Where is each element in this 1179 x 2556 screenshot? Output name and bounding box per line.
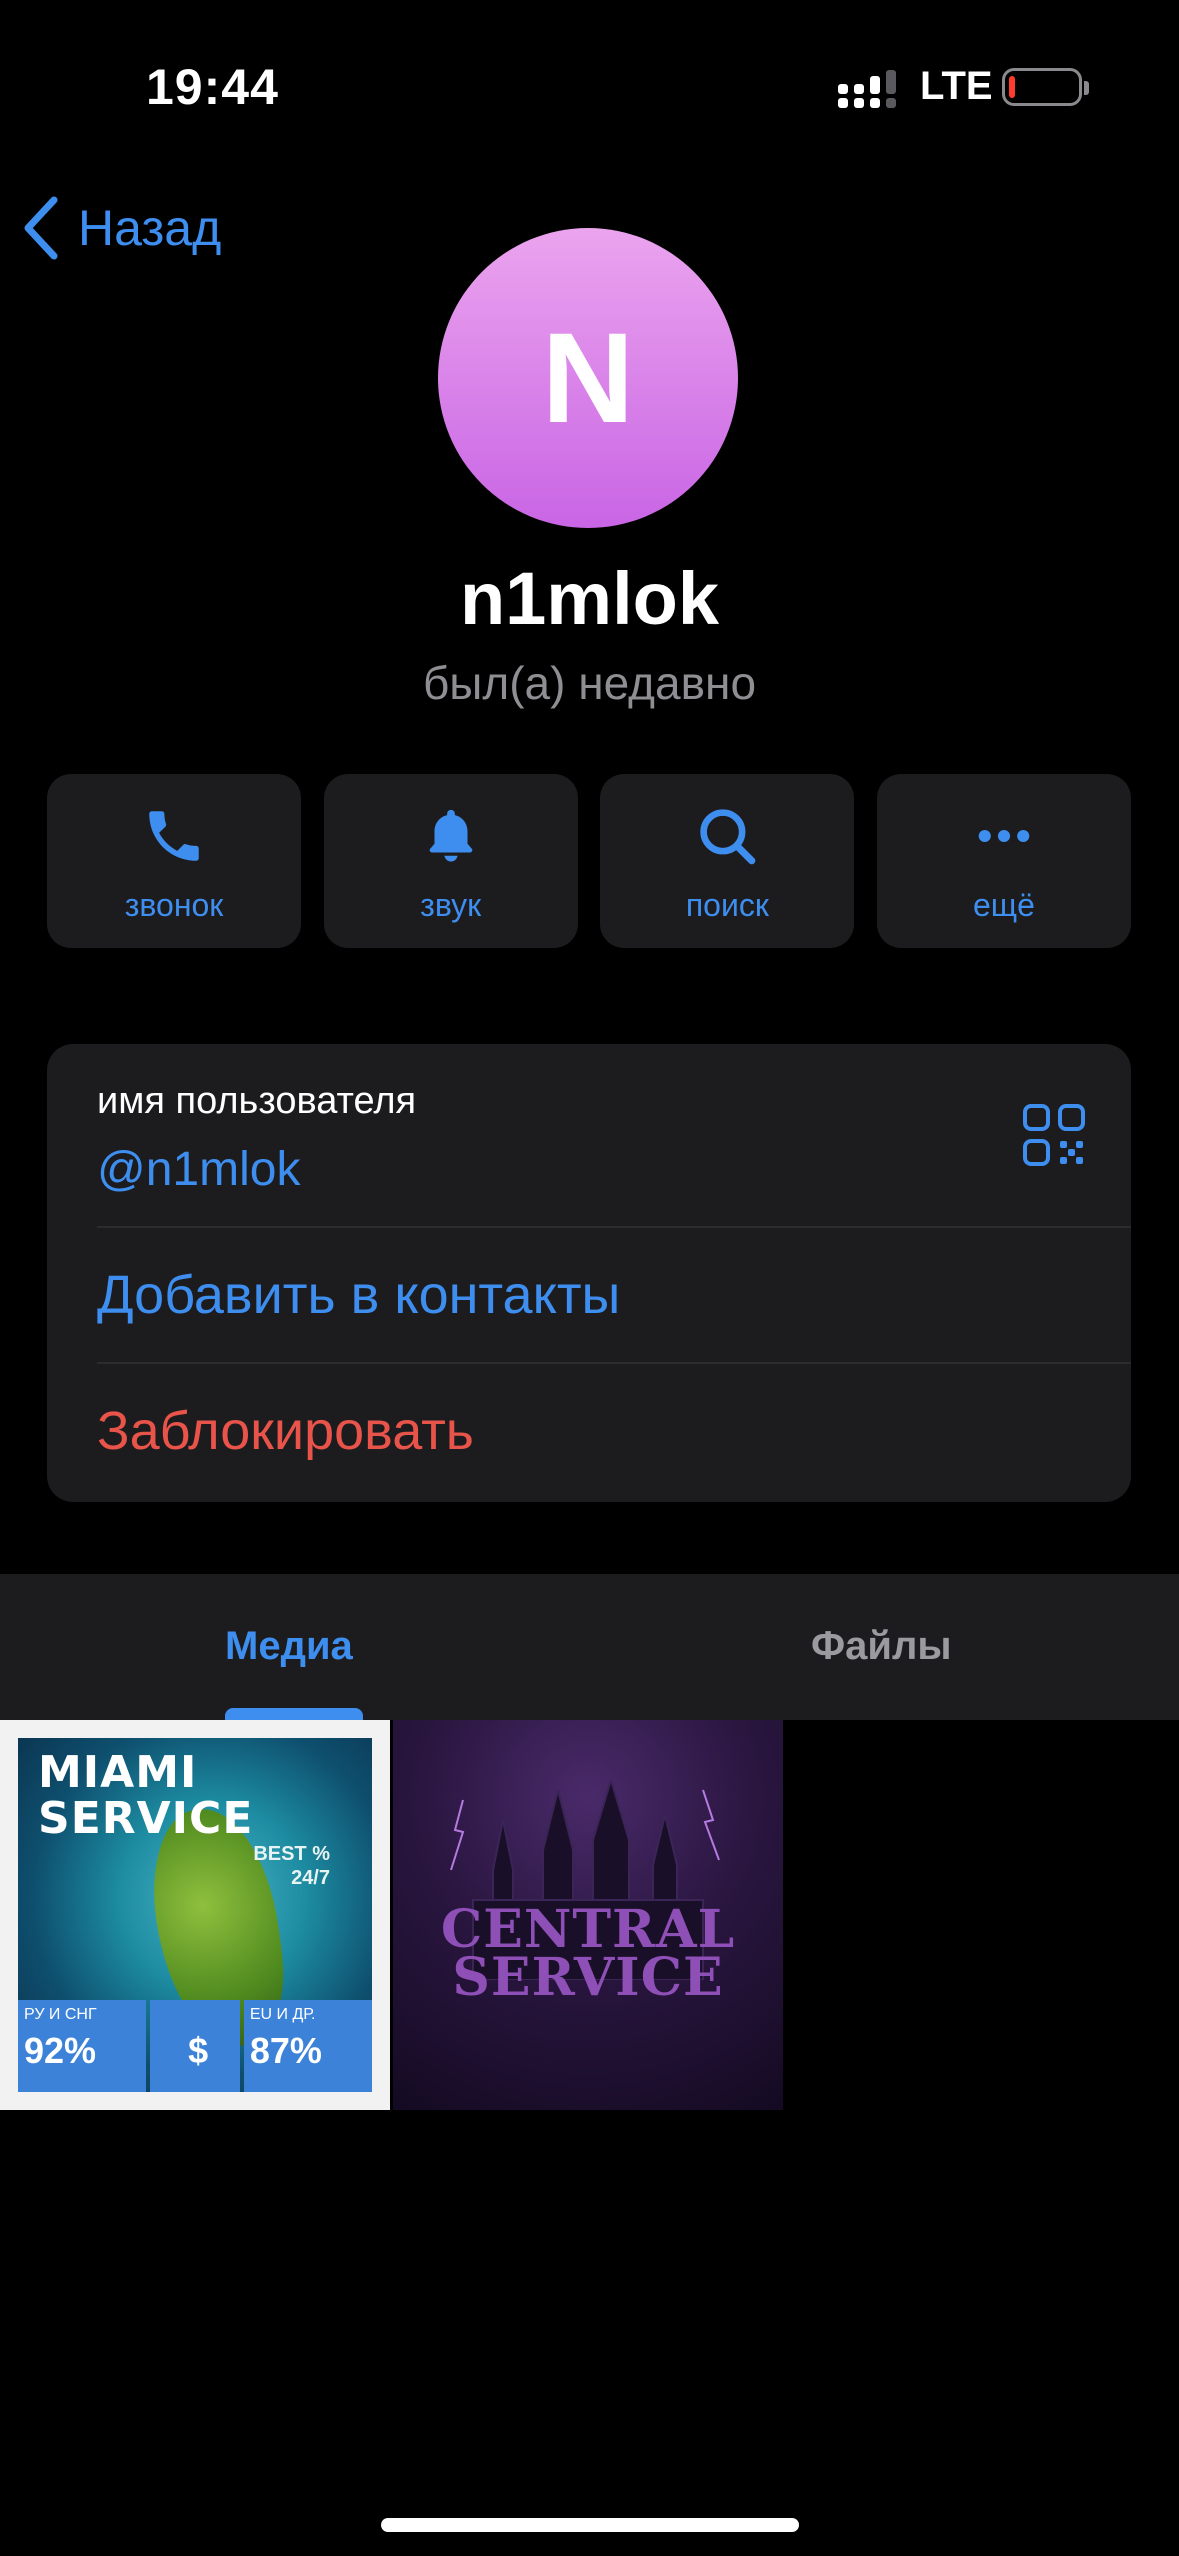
search-button[interactable]: поиск — [600, 774, 855, 948]
divider — [97, 1226, 1131, 1228]
image-tagline-1: BEST % — [253, 1843, 330, 1865]
search-label: поиск — [685, 886, 769, 923]
sound-label: звук — [420, 886, 482, 923]
home-indicator[interactable] — [381, 2518, 799, 2532]
phone-icon — [149, 810, 199, 861]
image-stat: $ — [150, 2000, 240, 2092]
last-seen-status: был(а) недавно — [422, 657, 757, 709]
image-stat-value: 87% — [249, 2030, 322, 2071]
call-button[interactable]: звонок — [47, 774, 301, 948]
info-card: имя пользователя @n1mlok Добавить в конт… — [47, 1044, 1131, 1502]
image-title: MIAMI SERVICE — [38, 1747, 254, 1844]
image-stat: РУ И СНГ 92% — [18, 2000, 147, 2092]
call-label: звонок — [124, 886, 224, 923]
media-tabs: Медиа Файлы — [0, 1574, 1179, 1720]
avatar-letter: N — [541, 306, 635, 450]
sound-button[interactable]: звук — [323, 774, 578, 948]
avatar[interactable]: N — [438, 228, 738, 528]
battery-icon — [1002, 68, 1089, 106]
tab-media[interactable]: Медиа — [225, 1624, 353, 1669]
media-thumbnail[interactable]: CENTRAL SERVICE — [393, 1720, 783, 2110]
username-label: имя пользователя — [97, 1080, 417, 1122]
status-time: 19:44 — [146, 59, 279, 115]
image-stat-label: EU И ДР. — [249, 2006, 316, 2023]
miami-service-image: MIAMI SERVICE BEST % 24/7 РУ И СНГ 92% $… — [18, 1738, 372, 2092]
action-buttons: звонок звук поиск ещё — [47, 774, 1131, 948]
username-value[interactable]: @n1mlok — [97, 1142, 300, 1197]
chevron-left-icon — [24, 196, 58, 260]
image-title: CENTRAL SERVICE — [393, 1904, 783, 2008]
tab-files[interactable]: Файлы — [811, 1624, 952, 1669]
search-icon — [700, 808, 756, 864]
back-button[interactable]: Назад — [22, 190, 221, 266]
image-title-line: SERVICE — [452, 1947, 724, 2008]
image-stats: РУ И СНГ 92% $ EU И ДР. 87% — [18, 2000, 372, 2092]
add-contact-button[interactable]: Добавить в контакты — [97, 1264, 620, 1326]
image-tagline: BEST % 24/7 — [253, 1842, 330, 1890]
more-label: ещё — [973, 886, 1035, 923]
image-stat: EU И ДР. 87% — [243, 2000, 372, 2092]
image-stat-value: 92% — [24, 2030, 97, 2071]
media-thumbnail[interactable]: MIAMI SERVICE BEST % 24/7 РУ И СНГ 92% $… — [0, 1720, 390, 2110]
image-stat-label: РУ И СНГ — [24, 2006, 97, 2023]
more-button[interactable]: ещё — [876, 774, 1131, 948]
back-label: Назад — [78, 200, 222, 256]
more-icon — [978, 829, 1030, 842]
qr-code-icon[interactable] — [1023, 1104, 1085, 1166]
block-user-button[interactable]: Заблокировать — [97, 1400, 474, 1462]
divider — [97, 1362, 1131, 1364]
active-tab-indicator — [225, 1708, 363, 1720]
profile-name: n1mlok — [459, 557, 720, 640]
image-stat-value: $ — [188, 2030, 209, 2071]
network-type: LTE — [920, 64, 993, 108]
signal-icon — [838, 70, 896, 108]
image-tagline-2: 24/7 — [291, 1867, 330, 1889]
bell-icon — [429, 809, 472, 862]
username-row[interactable]: имя пользователя @n1mlok — [47, 1044, 1131, 1226]
